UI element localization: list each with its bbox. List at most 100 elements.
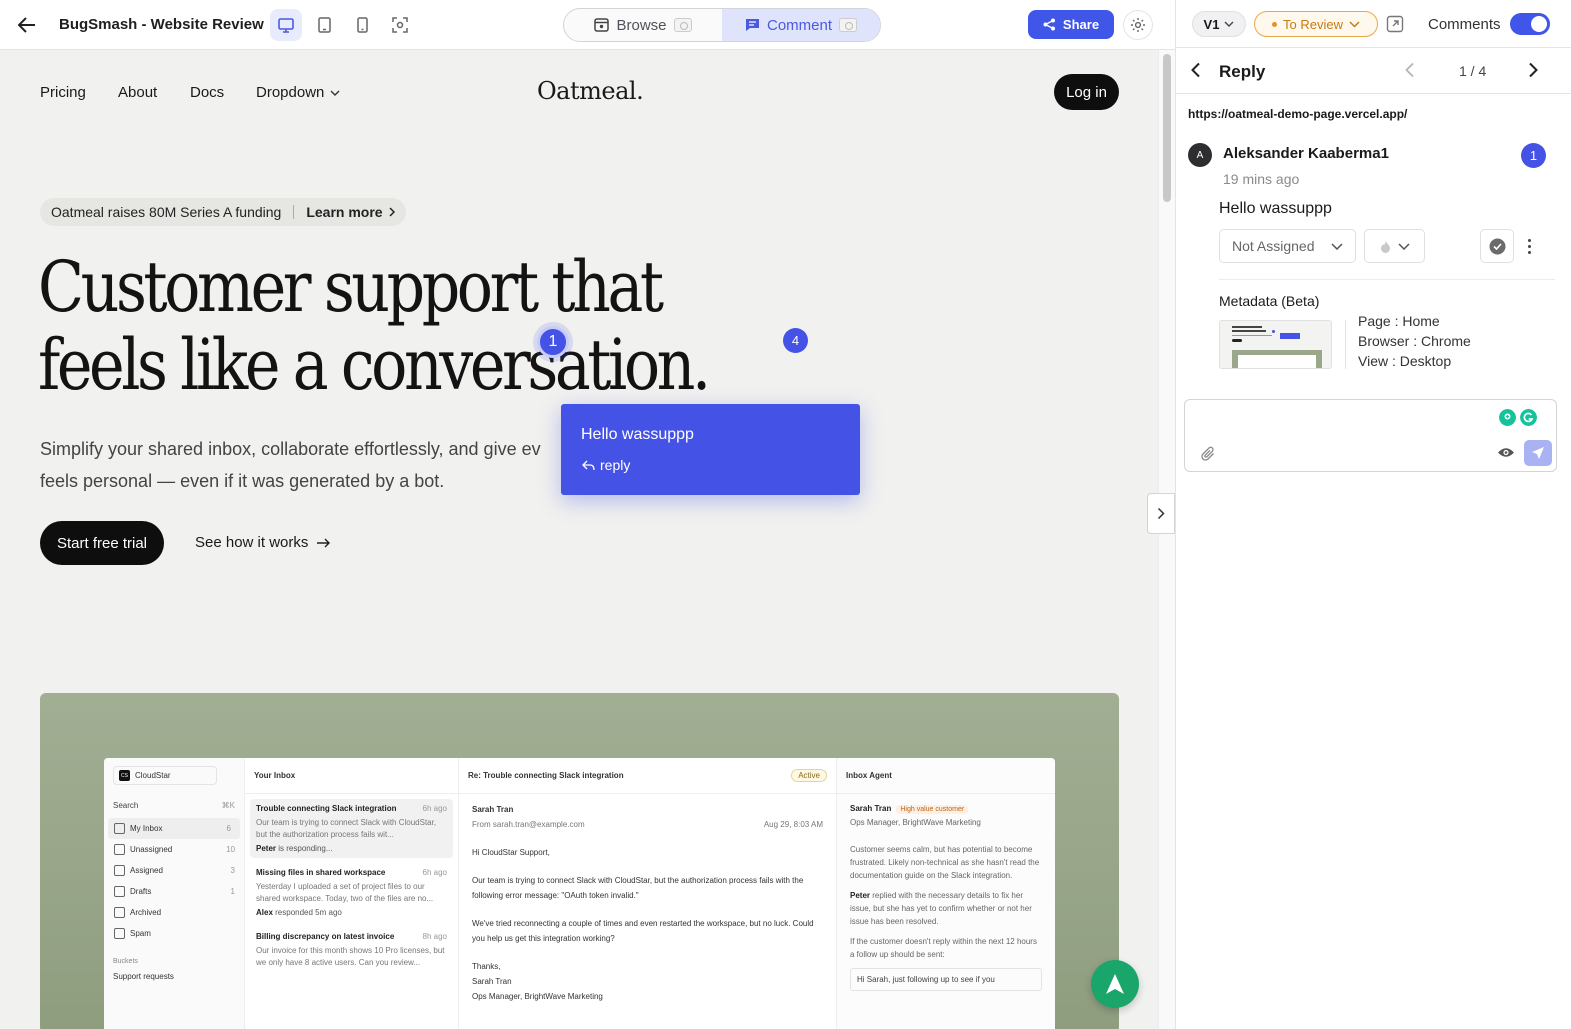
mock-card-agent: Alex <box>256 908 273 917</box>
mock-inbox-card: Trouble connecting Slack integration 6h a… <box>250 799 453 858</box>
eye-icon[interactable] <box>1497 446 1515 459</box>
comments-toggle-label: Comments <box>1428 16 1501 33</box>
floating-action-button[interactable] <box>1091 960 1139 1008</box>
status-select[interactable]: To Review <box>1254 11 1378 37</box>
mock-card-title: Trouble connecting Slack integration <box>256 804 397 813</box>
chevron-right-icon <box>1157 507 1165 520</box>
page-url[interactable]: https://oatmeal-demo-page.vercel.app/ <box>1188 107 1407 121</box>
reply-input[interactable] <box>1195 408 1495 444</box>
mock-card-preview: Yesterday I uploaded a set of project fi… <box>256 882 434 903</box>
subtext-line-1: Simplify your shared inbox, collaborate … <box>40 439 541 459</box>
panel-title: Reply <box>1219 62 1266 81</box>
scrollbar-thumb[interactable] <box>1163 54 1171 202</box>
status-label: To Review <box>1283 16 1343 32</box>
settings-button[interactable] <box>1123 10 1153 40</box>
nav-link-docs[interactable]: Docs <box>190 84 224 101</box>
panel-toolbar: V1 To Review Comments <box>1176 0 1571 48</box>
tablet-icon <box>317 17 331 33</box>
flame-icon <box>1380 240 1390 253</box>
learn-more-link[interactable]: Learn more <box>306 204 395 220</box>
mock-inbox-title: Your Inbox <box>245 758 458 794</box>
priority-select[interactable] <box>1364 229 1425 263</box>
popup-reply-button[interactable]: reply <box>582 457 630 473</box>
mock-nav-count: 1 <box>230 887 235 896</box>
mode-toggle: Browse Comment <box>563 8 881 42</box>
see-how-link[interactable]: See how it works <box>195 534 331 551</box>
share-button[interactable]: Share <box>1028 10 1114 39</box>
comments-toggle[interactable] <box>1510 13 1550 35</box>
paperclip-icon[interactable] <box>1201 446 1216 462</box>
mock-sig-name: Sarah Tran <box>472 977 512 986</box>
mock-signoff: Thanks, <box>472 962 501 971</box>
announcement-bar: Oatmeal raises 80M Series A funding Lear… <box>40 198 406 226</box>
learn-more-label: Learn more <box>306 204 383 220</box>
mock-status-badge: Active <box>791 769 827 782</box>
resolve-button[interactable] <box>1480 229 1514 263</box>
login-button[interactable]: Log in <box>1054 74 1119 110</box>
mock-from-email: sarah.tran@example.com <box>492 820 585 829</box>
mock-thread: Re: Trouble connecting Slack integration… <box>459 758 837 1029</box>
more-options-icon[interactable] <box>1522 234 1536 258</box>
nav-link-pricing[interactable]: Pricing <box>40 84 86 101</box>
back-arrow-icon[interactable] <box>14 13 40 37</box>
version-select[interactable]: V1 <box>1192 11 1246 37</box>
mock-card-status-text: is responding... <box>278 844 333 853</box>
tablet-view-button[interactable] <box>308 9 340 41</box>
browse-mode-button[interactable]: Browse <box>564 9 722 41</box>
mock-bucket-item: Support requests <box>113 972 174 981</box>
divider <box>1219 279 1555 280</box>
mock-agent-paragraph: replied with the necessary details to fi… <box>850 891 1032 926</box>
comment-popup: Hello wassuppp reply <box>561 404 860 495</box>
gear-icon <box>1131 18 1145 32</box>
website-preview: Pricing About Docs Dropdown Oatmeal. Log… <box>0 50 1158 1029</box>
nav-dropdown[interactable]: Dropdown <box>256 84 340 101</box>
chevron-down-icon <box>1397 242 1410 250</box>
arrow-right-icon <box>317 538 331 547</box>
mock-nav-item: Drafts 1 <box>104 881 244 902</box>
mock-agent-panel: Inbox Agent Sarah Tran High value custome… <box>837 758 1055 1029</box>
version-label: V1 <box>1203 16 1220 32</box>
assignee-select[interactable]: Not Assigned <box>1219 229 1356 263</box>
mock-buckets-heading: Buckets <box>113 958 138 965</box>
nav-link-about[interactable]: About <box>118 84 157 101</box>
popup-message: Hello wassuppp <box>581 426 694 443</box>
grammarly-icon[interactable] <box>1520 409 1537 426</box>
mock-from-label: From <box>472 820 491 829</box>
mock-card-time: 6h ago <box>422 868 447 877</box>
mock-nav-item: Spam <box>104 923 244 944</box>
open-external-icon[interactable] <box>1386 15 1404 33</box>
workspace-logo-icon: CS <box>119 770 130 781</box>
panel-collapse-button[interactable] <box>1147 493 1175 534</box>
start-trial-button[interactable]: Start free trial <box>40 521 164 565</box>
panel-header: Reply 1 / 4 <box>1176 48 1571 94</box>
previous-comment-icon[interactable] <box>1404 62 1416 78</box>
send-button[interactable] <box>1524 440 1552 466</box>
preview-scrollbar[interactable] <box>1158 50 1175 1029</box>
chevron-down-icon <box>330 90 340 96</box>
chevron-right-icon <box>389 207 395 217</box>
grammar-assist-icon[interactable] <box>1499 409 1516 426</box>
mock-nav-label: Archived <box>130 908 162 917</box>
next-comment-icon[interactable] <box>1527 62 1539 78</box>
site-logo[interactable]: Oatmeal. <box>537 77 644 105</box>
headline-line-2: feels like a conversation. <box>38 324 711 406</box>
browse-label: Browse <box>616 16 667 34</box>
top-toolbar: BugSmash - Website Review Browse Comment… <box>0 0 1175 50</box>
avatar: A <box>1188 143 1212 167</box>
app-screenshot-mock: CS CloudStar Search ⌘K My Inbox 6 Unassig… <box>104 758 1055 1029</box>
mock-card-time: 8h ago <box>422 932 447 941</box>
comment-pin-1[interactable]: 1 <box>537 326 569 358</box>
screenshot-button[interactable] <box>384 9 416 41</box>
share-label: Share <box>1062 17 1100 32</box>
shortcut-key-icon <box>673 18 692 32</box>
mock-thread-subject: Re: Trouble connecting Slack integration <box>468 771 624 780</box>
comment-pin-4[interactable]: 4 <box>783 328 808 353</box>
comment-pin-badge[interactable]: 1 <box>1521 143 1546 168</box>
comment-mode-button[interactable]: Comment <box>722 9 880 41</box>
metadata-screenshot-thumbnail[interactable] <box>1219 320 1332 369</box>
subtext-line-2: feels personal — even if it was generate… <box>40 471 445 491</box>
mock-agent-paragraph: Customer seems calm, but has potential t… <box>850 845 1040 880</box>
desktop-view-button[interactable] <box>270 9 302 41</box>
chevron-left-icon[interactable] <box>1190 62 1202 78</box>
mobile-view-button[interactable] <box>346 9 378 41</box>
